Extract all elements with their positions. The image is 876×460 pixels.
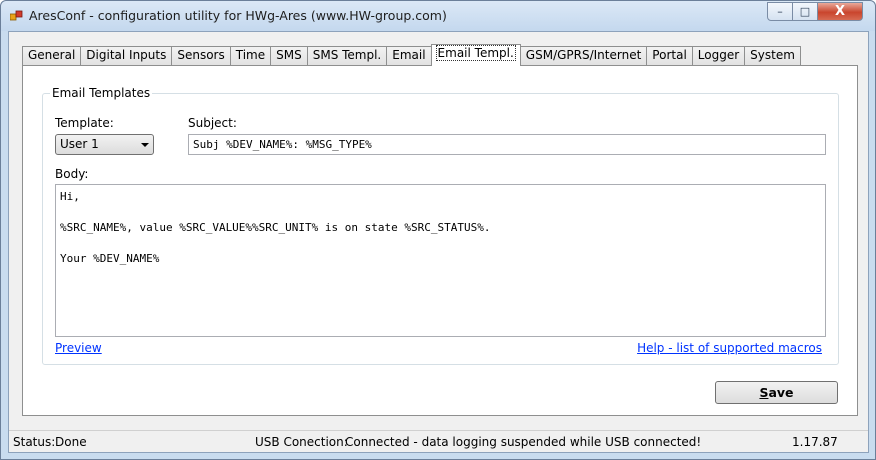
client-area: General Digital Inputs Sensors Time SMS SMS T… [8,31,869,453]
tab-label: Email [392,48,426,62]
tab-label: Portal [652,48,687,62]
tab-label: Digital Inputs [86,48,167,62]
tab-sensors[interactable]: Sensors [171,46,231,65]
help-macros-link[interactable]: Help - list of supported macros [637,341,822,355]
app-window: AresConf - configuration utility for HWg… [0,0,876,460]
preview-link[interactable]: Preview [55,341,102,355]
tab-label: General [28,48,76,62]
group-title: Email Templates [50,86,153,100]
tab-general[interactable]: General [22,46,82,65]
maximize-button[interactable]: □ [792,2,818,21]
tab-strip: General Digital Inputs Sensors Time SMS SMS T… [22,44,801,66]
tab-label: SMS Templ. [312,48,382,62]
tab-logger[interactable]: Logger [691,46,746,65]
email-templates-group: Email Templates Template: User 1 Subject… [42,86,839,365]
tab-label: Logger [697,48,740,62]
template-select[interactable]: User 1 [55,134,154,155]
save-button-label: ave [768,385,794,400]
status-label: Status: [13,435,56,449]
window-title: AresConf - configuration utility for HWg… [29,8,447,23]
tab-label: Time [235,48,266,62]
tab-page-email-templates: Email Templates Template: User 1 Subject… [22,65,858,416]
tab-email[interactable]: Email [386,46,432,65]
close-button[interactable]: X [817,2,863,21]
tab-time[interactable]: Time [229,46,272,65]
template-select-value: User 1 [60,137,99,151]
tab-gsm-gprs-internet[interactable]: GSM/GPRS/Internet [519,46,648,65]
body-textarea[interactable]: Hi, %SRC_NAME%, value %SRC_VALUE%%SRC_UN… [55,184,826,337]
minimize-icon: – [777,5,783,18]
version-label: 1.17.87 [792,435,838,449]
tab-label: GSM/GPRS/Internet [525,48,642,62]
tab-sms[interactable]: SMS [270,46,308,65]
close-icon: X [834,4,846,19]
tab-label: Email Templ. [435,45,516,61]
tab-system[interactable]: System [744,46,801,65]
tab-digital-inputs[interactable]: Digital Inputs [80,46,173,65]
status-value: Done [55,435,87,449]
usb-connection-value: Connected - data logging suspended while… [345,435,702,449]
tab-label: SMS [276,48,302,62]
save-button[interactable]: Save [715,381,838,404]
tab-email-templ[interactable]: Email Templ. [430,44,521,66]
tab-label: System [750,48,795,62]
subject-input[interactable]: Subj %DEV_NAME%: %MSG_TYPE% [188,134,826,155]
template-label: Template: [55,116,114,130]
tab-label: Sensors [177,48,225,62]
app-icon [9,10,23,22]
tab-portal[interactable]: Portal [646,46,693,65]
status-bar: Status: Done USB Conection: Connected - … [9,430,868,452]
subject-label: Subject: [188,116,237,130]
minimize-button[interactable]: – [767,2,793,21]
save-button-accelerator: S [759,385,769,400]
chevron-down-icon[interactable] [141,143,149,147]
title-bar[interactable]: AresConf - configuration utility for HWg… [1,1,875,31]
tab-sms-templ[interactable]: SMS Templ. [306,46,388,65]
body-label: Body: [55,167,89,181]
maximize-icon: □ [799,5,811,18]
usb-connection-label: USB Conection: [255,435,348,449]
